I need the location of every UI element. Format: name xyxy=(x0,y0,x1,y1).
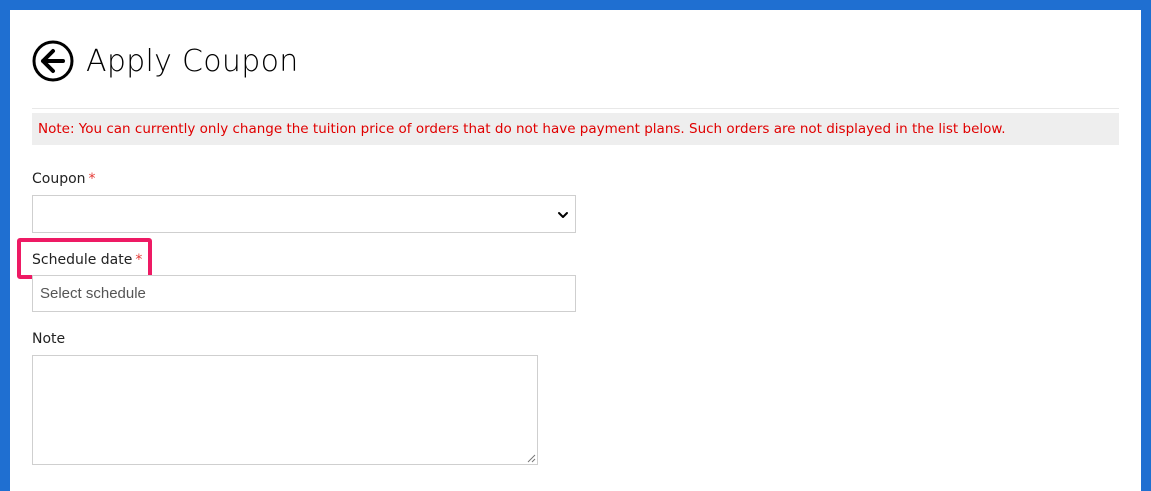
note-label: Note xyxy=(32,331,66,347)
main-panel: Apply Coupon Note: You can currently onl… xyxy=(10,10,1141,491)
schedule-date-highlight xyxy=(17,238,152,279)
header-divider xyxy=(32,108,1119,109)
arrow-left-circle-icon xyxy=(32,40,74,82)
coupon-select[interactable] xyxy=(32,195,576,233)
coupon-label: Coupon * xyxy=(32,171,96,187)
back-button[interactable] xyxy=(32,40,74,82)
resize-grip-icon[interactable] xyxy=(526,453,536,463)
page-header: Apply Coupon xyxy=(32,40,299,82)
page-title: Apply Coupon xyxy=(86,43,299,79)
schedule-date-input[interactable] xyxy=(32,275,576,312)
note-banner: Note: You can currently only change the … xyxy=(32,113,1119,145)
required-mark: * xyxy=(88,171,96,187)
chevron-down-icon xyxy=(558,212,568,218)
coupon-label-text: Coupon xyxy=(32,171,86,187)
note-textarea[interactable] xyxy=(32,355,538,465)
